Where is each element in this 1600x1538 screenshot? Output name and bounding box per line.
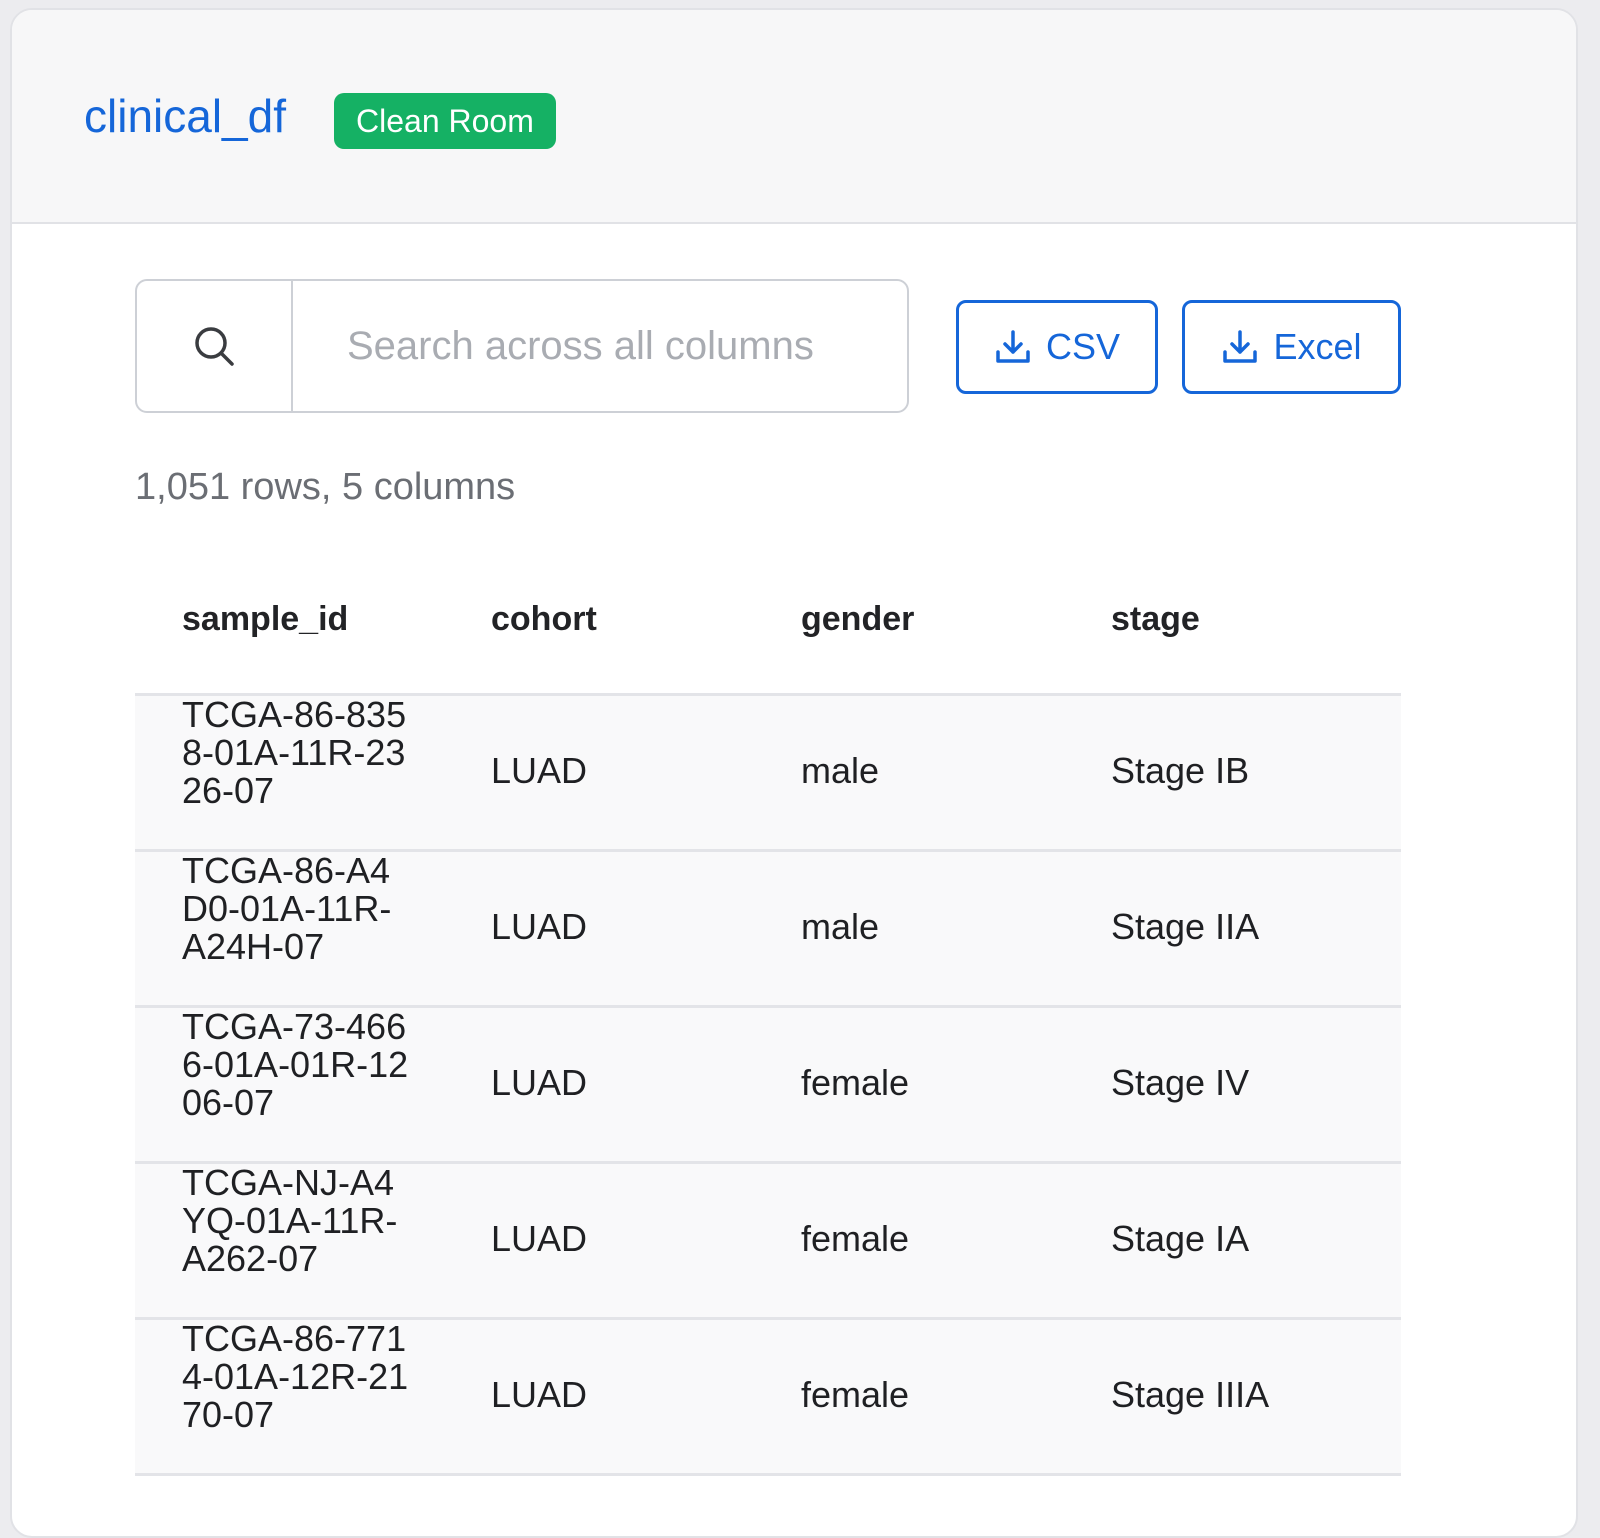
- download-icon: [996, 330, 1030, 363]
- cell-sample-id: TCGA-86-7714-01A-12R-2170-07: [182, 1320, 409, 1435]
- cell-stage: Stage IA: [1111, 1218, 1250, 1259]
- cell-gender: female: [801, 1062, 910, 1103]
- table-row[interactable]: TCGA-86-A4D0-01A-11R-A24H-07 LUAD male S…: [135, 852, 1401, 1008]
- cell-stage: Stage IB: [1111, 750, 1250, 791]
- column-header-sample-id[interactable]: sample_id: [182, 600, 348, 639]
- cell-cohort: LUAD: [491, 750, 588, 791]
- row-column-summary: 1,051 rows, 5 columns: [135, 466, 516, 508]
- cell-stage: Stage IV: [1111, 1062, 1250, 1103]
- download-csv-button[interactable]: CSV: [956, 300, 1158, 394]
- download-csv-label: CSV: [1045, 326, 1121, 367]
- search-input[interactable]: [295, 281, 905, 411]
- cell-sample-id: TCGA-86-8358-01A-11R-2326-07: [182, 696, 407, 811]
- table-row[interactable]: TCGA-NJ-A4YQ-01A-11R-A262-07 LUAD female…: [135, 1164, 1401, 1320]
- dataframe-title[interactable]: clinical_df: [84, 88, 286, 144]
- clean-room-badge: Clean Room: [334, 93, 556, 149]
- cell-sample-id: TCGA-NJ-A4YQ-01A-11R-A262-07: [182, 1164, 398, 1279]
- table-row[interactable]: TCGA-86-7714-01A-12R-2170-07 LUAD female…: [135, 1320, 1401, 1476]
- search-icon: [195, 327, 234, 366]
- table-row[interactable]: TCGA-73-4666-01A-01R-1206-07 LUAD female…: [135, 1008, 1401, 1164]
- cell-cohort: LUAD: [491, 1218, 588, 1259]
- cell-gender: male: [801, 906, 880, 947]
- download-icon: [1223, 330, 1258, 363]
- table-row[interactable]: TCGA-86-8358-01A-11R-2326-07 LUAD male S…: [135, 696, 1401, 852]
- cell-cohort: LUAD: [491, 1062, 588, 1103]
- cell-cohort: LUAD: [491, 906, 588, 947]
- table-header: sample_id cohort gender stage: [135, 570, 1401, 696]
- cell-gender: female: [801, 1374, 910, 1415]
- column-header-stage[interactable]: stage: [1111, 600, 1200, 639]
- column-header-gender[interactable]: gender: [801, 600, 914, 639]
- cell-gender: male: [801, 750, 880, 791]
- column-header-cohort[interactable]: cohort: [491, 600, 597, 639]
- download-excel-label: Excel: [1273, 326, 1362, 367]
- cell-stage: Stage IIA: [1111, 906, 1260, 947]
- search-group: [135, 279, 909, 413]
- download-excel-button[interactable]: Excel: [1182, 300, 1401, 394]
- cell-sample-id: TCGA-86-A4D0-01A-11R-A24H-07: [182, 852, 392, 967]
- cell-sample-id: TCGA-73-4666-01A-01R-1206-07: [182, 1008, 409, 1123]
- card-header: clinical_df Clean Room: [12, 10, 1576, 224]
- cell-cohort: LUAD: [491, 1374, 588, 1415]
- cell-stage: Stage IIIA: [1111, 1374, 1270, 1415]
- data-table: sample_id cohort gender stage TCGA-86-83…: [135, 570, 1401, 1476]
- search-icon-box: [137, 281, 293, 411]
- cell-gender: female: [801, 1218, 910, 1259]
